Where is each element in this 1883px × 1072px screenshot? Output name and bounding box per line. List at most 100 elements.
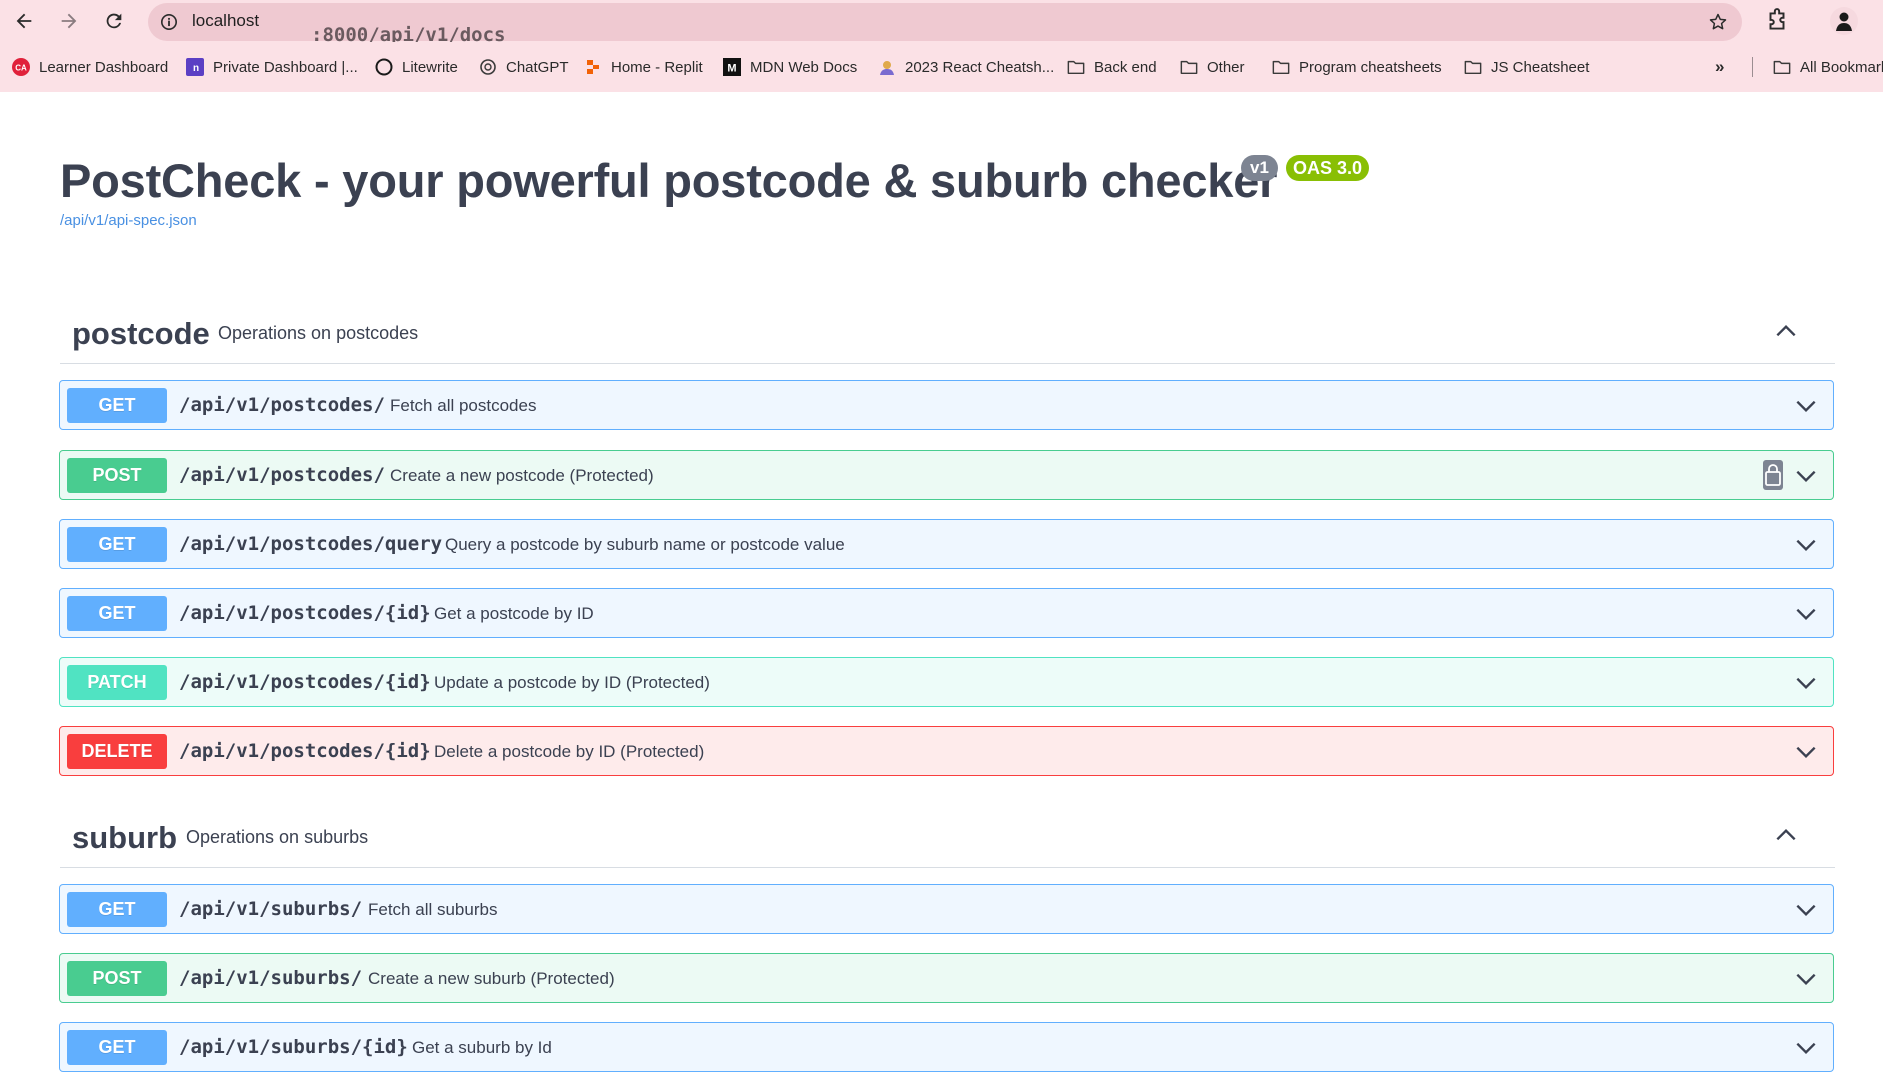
folder-icon (1272, 58, 1290, 76)
operation-summary: Get a postcode by ID (434, 604, 594, 623)
oas-badge: OAS 3.0 (1286, 155, 1370, 181)
url-text[interactable]: localhost:8000/api/v1/docs (192, 11, 505, 46)
operation-get-suburb-by-id[interactable]: GET /api/v1/suburbs/{id} Get a suburb by… (59, 1022, 1834, 1072)
bookmark-label: Learner Dashboard (39, 58, 169, 76)
url-host: localhost (192, 11, 260, 30)
chevron-up-icon[interactable] (1773, 822, 1799, 848)
operation-path: /api/v1/postcodes/{id} (179, 671, 431, 693)
operation-path: /api/v1/suburbs/{id} (179, 1036, 408, 1058)
bookmark-label: Home - Replit (611, 58, 703, 76)
chevron-up-icon[interactable] (1773, 318, 1799, 344)
operation-post-suburbs[interactable]: POST /api/v1/suburbs/ Create a new subur… (59, 953, 1834, 1003)
operation-delete-postcode-by-id[interactable]: DELETE /api/v1/postcodes/{id} Delete a p… (59, 726, 1834, 776)
operation-path: /api/v1/suburbs/ (179, 898, 363, 920)
tag-name: postcode (72, 316, 210, 351)
svg-text:n: n (193, 63, 199, 74)
operation-summary: Delete a postcode by ID (Protected) (434, 742, 705, 761)
chevron-down-icon[interactable] (1793, 966, 1819, 992)
operation-path: /api/v1/postcodes/query (179, 533, 443, 555)
operation-get-postcodes[interactable]: GET /api/v1/postcodes/ Fetch all postcod… (59, 380, 1834, 430)
profile-avatar-icon[interactable] (1830, 7, 1858, 35)
tag-header-suburb[interactable]: suburb Operations on suburbs (60, 806, 1835, 868)
operation-summary: Fetch all suburbs (368, 900, 498, 919)
folder-icon (1773, 58, 1791, 76)
replit-icon (584, 58, 602, 76)
bookmark-label: Back end (1094, 58, 1157, 76)
mdn-icon: M (723, 58, 741, 76)
site-info-icon[interactable] (160, 13, 178, 31)
operation-summary: Create a new postcode (Protected) (390, 466, 654, 485)
method-badge: PATCH (67, 665, 167, 700)
chevron-down-icon[interactable] (1793, 532, 1819, 558)
method-badge: GET (67, 892, 167, 927)
method-badge: GET (67, 596, 167, 631)
method-badge: GET (67, 388, 167, 423)
bookmark-folder-all-bookmarks[interactable]: All Bookmarks (1773, 56, 1883, 78)
bookmarks-bar: CA Learner Dashboard n Private Dashboard… (0, 42, 1883, 92)
bookmark-star-icon[interactable] (1708, 12, 1728, 32)
bookmark-react-cheatsheet[interactable]: 2023 React Cheatsh... (878, 56, 1054, 78)
bookmark-folder-back-end[interactable]: Back end (1067, 56, 1157, 78)
lock-icon[interactable] (1762, 459, 1784, 491)
bookmark-label: Private Dashboard |... (213, 58, 358, 76)
bookmark-label: ChatGPT (506, 58, 569, 76)
browser-toolbar: localhost:8000/api/v1/docs (0, 0, 1883, 46)
operation-post-postcodes[interactable]: POST /api/v1/postcodes/ Create a new pos… (59, 450, 1834, 500)
bookmark-label: Other (1207, 58, 1245, 76)
page-title: PostCheck - your powerful postcode & sub… (60, 154, 1278, 207)
operation-summary: Fetch all postcodes (390, 396, 537, 415)
operation-get-postcodes-query[interactable]: GET /api/v1/postcodes/query Query a post… (59, 519, 1834, 569)
bookmark-label: JS Cheatsheet (1491, 58, 1590, 76)
spec-json-link[interactable]: /api/v1/api-spec.json (60, 212, 197, 229)
folder-icon (1180, 58, 1198, 76)
svg-text:M: M (727, 63, 736, 75)
chevron-down-icon[interactable] (1793, 393, 1819, 419)
operation-path: /api/v1/suburbs/ (179, 967, 363, 989)
bookmark-chatgpt[interactable]: ChatGPT (479, 56, 569, 78)
operation-path: /api/v1/postcodes/{id} (179, 740, 431, 762)
bookmark-label: All Bookmarks (1800, 58, 1883, 76)
bookmark-folder-js-cheatsheet[interactable]: JS Cheatsheet (1464, 56, 1589, 78)
bookmark-private-dashboard[interactable]: n Private Dashboard |... (186, 56, 358, 78)
bookmark-learner-dashboard[interactable]: CA Learner Dashboard (12, 56, 168, 78)
bookmark-folder-program-cheatsheets[interactable]: Program cheatsheets (1272, 56, 1442, 78)
bookmark-label: Litewrite (402, 58, 458, 76)
bookmarks-divider (1752, 57, 1753, 77)
operation-summary: Get a suburb by Id (412, 1038, 552, 1057)
bookmark-label: MDN Web Docs (750, 58, 858, 76)
tag-description: Operations on suburbs (186, 827, 369, 847)
bookmark-label: Program cheatsheets (1299, 58, 1442, 76)
operation-path: /api/v1/postcodes/{id} (179, 602, 431, 624)
operation-get-postcode-by-id[interactable]: GET /api/v1/postcodes/{id} Get a postcod… (59, 588, 1834, 638)
chatgpt-icon (479, 58, 497, 76)
chevron-down-icon[interactable] (1793, 601, 1819, 627)
chevron-down-icon[interactable] (1793, 463, 1819, 489)
method-badge: POST (67, 458, 167, 493)
bookmark-folder-other[interactable]: Other (1180, 56, 1245, 78)
operation-summary: Update a postcode by ID (Protected) (434, 673, 710, 692)
operation-path: /api/v1/postcodes/ (179, 394, 385, 416)
forward-arrow-icon[interactable] (55, 7, 83, 35)
bookmark-litewrite[interactable]: Litewrite (375, 56, 458, 78)
reload-icon[interactable] (100, 7, 128, 35)
operation-summary: Query a postcode by suburb name or postc… (445, 535, 845, 554)
chevron-down-icon[interactable] (1793, 670, 1819, 696)
tag-header-postcode[interactable]: postcode Operations on postcodes (60, 302, 1835, 364)
back-arrow-icon[interactable] (10, 7, 38, 35)
bookmark-mdn[interactable]: M MDN Web Docs (723, 56, 857, 78)
bookmarks-overflow-chevron-icon[interactable]: » (1715, 56, 1724, 78)
svg-text:CA: CA (15, 64, 27, 73)
extensions-puzzle-icon[interactable] (1764, 8, 1790, 34)
operation-patch-postcode-by-id[interactable]: PATCH /api/v1/postcodes/{id} Update a po… (59, 657, 1834, 707)
ca-logo-icon: CA (12, 58, 30, 76)
folder-icon (1464, 58, 1482, 76)
method-badge: DELETE (67, 734, 167, 769)
chevron-down-icon[interactable] (1793, 897, 1819, 923)
method-badge: POST (67, 961, 167, 996)
chevron-down-icon[interactable] (1793, 1035, 1819, 1061)
method-badge: GET (67, 1030, 167, 1065)
chevron-down-icon[interactable] (1793, 739, 1819, 765)
bookmark-replit[interactable]: Home - Replit (584, 56, 703, 78)
address-bar[interactable]: localhost:8000/api/v1/docs (148, 3, 1742, 46)
operation-get-suburbs[interactable]: GET /api/v1/suburbs/ Fetch all suburbs (59, 884, 1834, 934)
